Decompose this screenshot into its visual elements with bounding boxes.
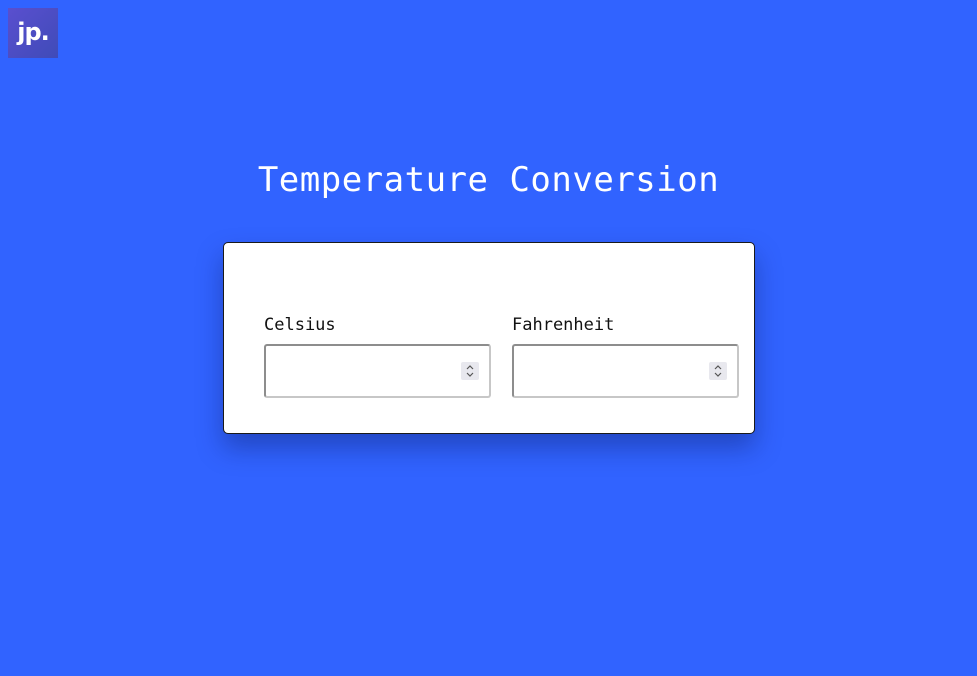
page-title: Temperature Conversion: [257, 160, 720, 200]
fahrenheit-label: Fahrenheit: [512, 315, 615, 335]
converter-card: Celsius Fahrenheit: [223, 242, 755, 434]
celsius-input-box[interactable]: [264, 344, 491, 398]
celsius-label: Celsius: [264, 315, 336, 335]
celsius-spinner-icon[interactable]: [461, 362, 479, 380]
fahrenheit-input[interactable]: [514, 346, 737, 396]
fahrenheit-field: Fahrenheit: [512, 315, 739, 398]
fahrenheit-input-box[interactable]: [512, 344, 739, 398]
fahrenheit-spinner-icon[interactable]: [709, 362, 727, 380]
logo: jp.: [8, 8, 58, 58]
celsius-field: Celsius: [264, 315, 491, 398]
celsius-input[interactable]: [266, 346, 489, 396]
